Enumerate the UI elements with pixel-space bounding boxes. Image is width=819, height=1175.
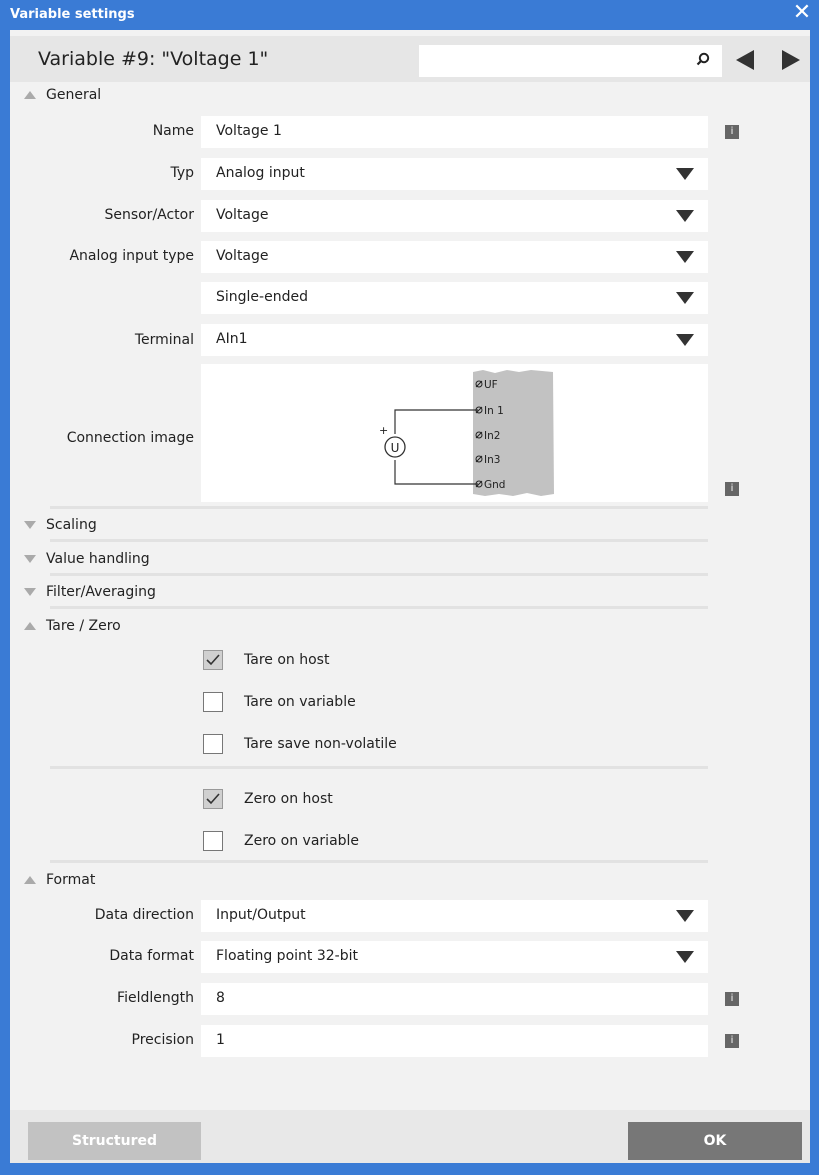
- input-mode-dropdown[interactable]: Single-ended: [201, 282, 708, 314]
- collapse-icon: [24, 622, 36, 630]
- variable-header: Variable #9: "Voltage 1": [10, 36, 810, 82]
- zero-on-host-label: Zero on host: [244, 791, 333, 807]
- tare-save-non-volatile-checkbox[interactable]: [203, 734, 223, 754]
- dropdown-arrow-icon: [676, 210, 694, 222]
- search-icon[interactable]: [696, 52, 710, 66]
- pin-in3: In3: [484, 454, 500, 466]
- terminal-label: Terminal: [134, 332, 194, 348]
- pin-in2: In2: [484, 430, 500, 442]
- divider: [50, 539, 708, 542]
- divider: [50, 506, 708, 509]
- previous-arrow-icon[interactable]: [734, 48, 756, 72]
- tare-on-variable-label: Tare on variable: [244, 694, 356, 710]
- section-format[interactable]: Format: [24, 872, 95, 894]
- section-general[interactable]: General: [24, 87, 101, 109]
- title-bar: Variable settings ✕: [0, 0, 819, 30]
- analog-input-type-label: Analog input type: [69, 248, 194, 264]
- typ-dropdown[interactable]: Analog input: [201, 158, 708, 190]
- terminal-dropdown[interactable]: AIn1: [201, 324, 708, 356]
- name-label: Name: [152, 123, 194, 139]
- section-scaling[interactable]: Scaling: [24, 517, 97, 539]
- sensor-dropdown[interactable]: Voltage: [201, 200, 708, 232]
- data-format-label: Data format: [109, 948, 194, 964]
- dropdown-arrow-icon: [676, 951, 694, 963]
- tare-on-host-checkbox[interactable]: [203, 650, 223, 670]
- pin-gnd: Gnd: [484, 479, 505, 491]
- dropdown-arrow-icon: [676, 334, 694, 346]
- dropdown-arrow-icon: [676, 292, 694, 304]
- section-filter-averaging[interactable]: Filter/Averaging: [24, 584, 156, 606]
- section-tare-zero[interactable]: Tare / Zero: [24, 618, 121, 640]
- data-format-dropdown[interactable]: Floating point 32-bit: [201, 941, 708, 973]
- zero-on-variable-checkbox[interactable]: [203, 831, 223, 851]
- data-direction-dropdown[interactable]: Input/Output: [201, 900, 708, 932]
- source-label: U: [391, 441, 400, 455]
- precision-label: Precision: [131, 1032, 194, 1048]
- expand-icon: [24, 521, 36, 529]
- divider: [50, 860, 708, 863]
- connection-image-label: Connection image: [66, 430, 194, 446]
- close-icon[interactable]: ✕: [791, 1, 813, 25]
- analog-input-type-dropdown[interactable]: Voltage: [201, 241, 708, 273]
- collapse-icon: [24, 876, 36, 884]
- dropdown-arrow-icon: [676, 910, 694, 922]
- zero-on-host-checkbox[interactable]: [203, 789, 223, 809]
- info-icon[interactable]: i: [725, 125, 739, 139]
- dropdown-arrow-icon: [676, 168, 694, 180]
- plus-sign: +: [379, 424, 388, 437]
- dialog-window: Variable settings ✕ Variable #9: "Voltag…: [0, 0, 819, 1175]
- divider: [50, 573, 708, 576]
- tare-save-non-volatile-label: Tare save non-volatile: [244, 736, 397, 752]
- fieldlength-field[interactable]: 8: [201, 983, 708, 1015]
- tare-on-variable-checkbox[interactable]: [203, 692, 223, 712]
- zero-on-variable-label: Zero on variable: [244, 833, 360, 849]
- expand-icon: [24, 555, 36, 563]
- collapse-icon: [24, 91, 36, 99]
- data-direction-label: Data direction: [94, 907, 194, 923]
- page-title: Variable #9: "Voltage 1": [38, 48, 269, 70]
- next-arrow-icon[interactable]: [780, 48, 802, 72]
- sensor-label: Sensor/Actor: [104, 207, 194, 223]
- info-icon[interactable]: i: [725, 992, 739, 1006]
- dialog-body: Variable #9: "Voltage 1" General Name Vo…: [10, 30, 810, 1163]
- typ-label: Typ: [170, 165, 194, 181]
- ok-button[interactable]: OK: [628, 1122, 802, 1160]
- info-icon[interactable]: i: [725, 482, 739, 496]
- fieldlength-label: Fieldlength: [117, 990, 194, 1006]
- pin-in1: In 1: [484, 405, 504, 417]
- checkmark-icon: [206, 654, 220, 666]
- precision-field[interactable]: 1: [201, 1025, 708, 1057]
- connection-image: U + UF In 1 In2 In3 Gnd: [201, 364, 708, 502]
- divider: [50, 606, 708, 609]
- divider: [50, 766, 708, 769]
- section-value-handling[interactable]: Value handling: [24, 551, 150, 573]
- pin-uf: UF: [484, 379, 498, 391]
- checkmark-icon: [206, 793, 220, 805]
- structured-button[interactable]: Structured: [28, 1122, 201, 1160]
- info-icon[interactable]: i: [725, 1034, 739, 1048]
- dropdown-arrow-icon: [676, 251, 694, 263]
- tare-on-host-label: Tare on host: [244, 652, 330, 668]
- expand-icon: [24, 588, 36, 596]
- connection-diagram: U + UF In 1 In2 In3 Gnd: [379, 370, 554, 496]
- window-title: Variable settings: [10, 7, 135, 22]
- search-input[interactable]: [419, 45, 722, 77]
- name-field[interactable]: Voltage 1: [201, 116, 708, 148]
